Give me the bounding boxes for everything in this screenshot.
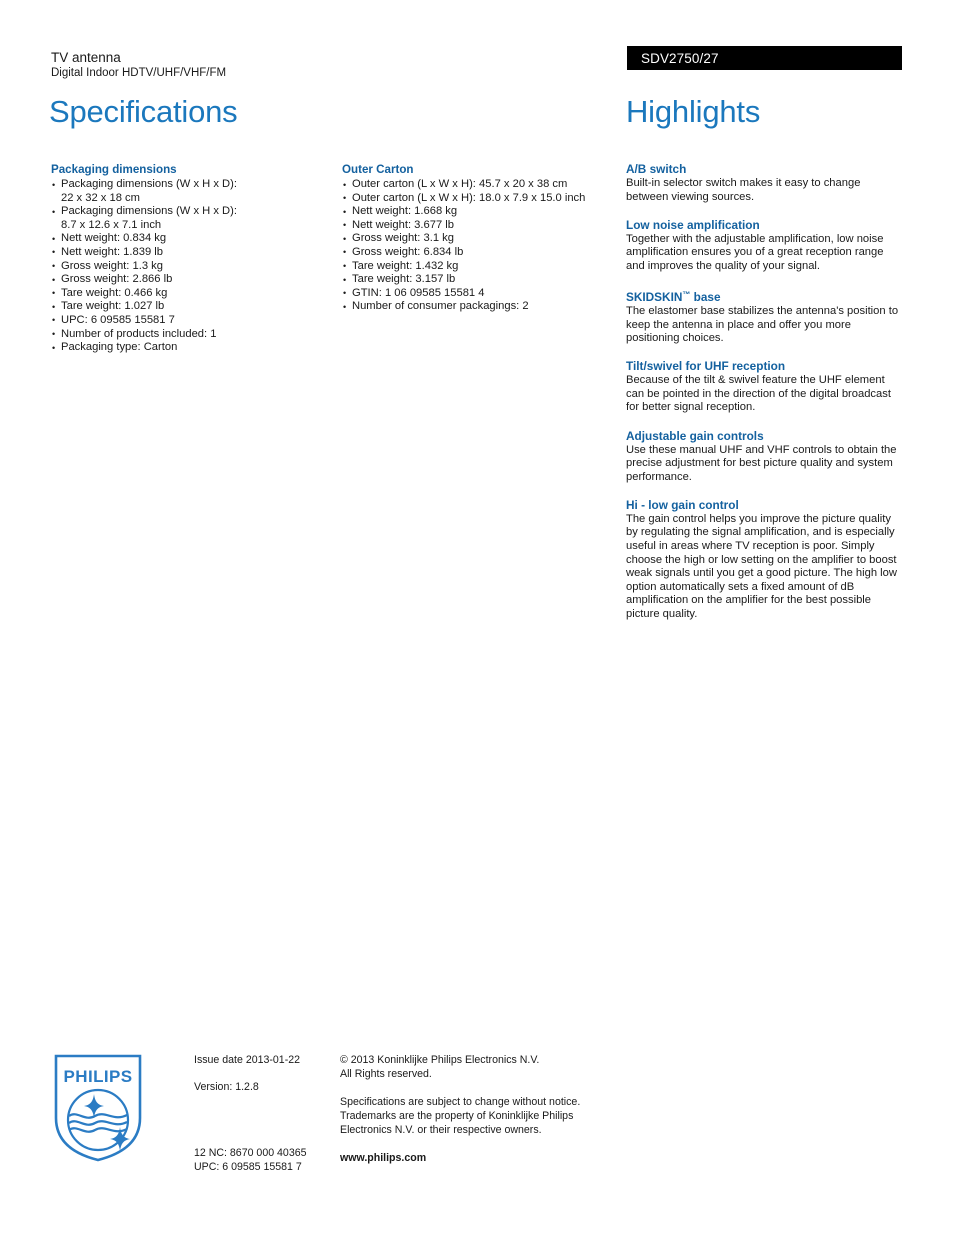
product-description: Digital Indoor HDTV/UHF/VHF/FM <box>51 67 227 79</box>
document-header: TV antenna Digital Indoor HDTV/UHF/VHF/F… <box>51 50 591 81</box>
spec-item-text: Number of products included: 1 <box>61 327 217 340</box>
highlight-title: Hi - low gain control <box>626 497 739 512</box>
copyright-line-1: © 2013 Koninklijke Philips Electronics N… <box>340 1054 540 1066</box>
spec-item: Tare weight: 3.157 lb <box>342 273 627 287</box>
highlight-body: Together with the adjustable amplificati… <box>626 232 884 272</box>
spec-item: Packaging dimensions (W x H x D):8.7 x 1… <box>51 205 336 232</box>
spec-item-text: Gross weight: 6.834 lb <box>352 245 464 258</box>
highlight-title: Low noise amplification <box>626 217 760 232</box>
spec-item: Nett weight: 1.668 kg <box>342 205 627 219</box>
highlight-body: Because of the tilt & swivel feature the… <box>626 374 891 414</box>
copyright-notice: © 2013 Koninklijke Philips Electronics N… <box>340 1053 610 1081</box>
page-title-specifications: Specifications <box>49 94 238 129</box>
spec-item-text: Tare weight: 3.157 lb <box>352 273 456 286</box>
spec-item-text: GTIN: 1 06 09585 15581 4 <box>352 286 485 299</box>
spec-item-text: Nett weight: 1.668 kg <box>352 205 458 218</box>
highlight-block: Low noise amplification Together with the… <box>626 218 902 274</box>
spec-item: Packaging type: Carton <box>51 341 336 355</box>
spec-item: Gross weight: 2.866 lb <box>51 273 336 287</box>
copyright-line-2: All Rights reserved. <box>340 1068 432 1080</box>
website-link[interactable]: www.philips.com <box>340 1151 426 1165</box>
spec-item-text: Packaging dimensions (W x H x D): <box>61 205 237 218</box>
highlight-body: The elastomer base stabilizes the antenn… <box>626 304 899 345</box>
spec-list-outer-carton: Outer carton (L x W x H): 45.7 x 20 x 38… <box>342 178 627 314</box>
spec-item: Outer carton (L x W x H): 45.7 x 20 x 38… <box>342 178 627 192</box>
spec-item-text: Nett weight: 3.677 lb <box>352 218 454 231</box>
spec-item-text: Number of consumer packagings: 2 <box>352 300 529 313</box>
highlights-column: A/B switch Built-in selector switch makes… <box>626 162 902 635</box>
spec-item: Tare weight: 1.432 kg <box>342 259 627 274</box>
product-type: TV antenna <box>51 50 121 65</box>
highlight-title: Tilt/swivel for UHF reception <box>626 359 786 374</box>
philips-logo: PHILIPS <box>52 1052 144 1164</box>
spec-item: Gross weight: 6.834 lb <box>342 245 627 260</box>
model-number-label: SDV2750/27 <box>641 51 719 66</box>
highlight-block: Hi - low gain control The gain control he… <box>626 498 902 622</box>
spec-item-text: Outer carton (L x W x H): 45.7 x 20 x 38… <box>352 178 568 190</box>
spec-group-heading: Outer Carton <box>342 163 414 176</box>
disclaimer-line-2: Trademarks are the property of Koninklij… <box>340 1110 574 1122</box>
issue-date: Issue date 2013-01-22 <box>194 1054 301 1066</box>
highlight-body: Use these manual UHF and VHF controls to… <box>626 443 897 483</box>
spec-item: UPC: 6 09585 15581 7 <box>51 313 336 328</box>
document-page: TV antenna Digital Indoor HDTV/UHF/VHF/F… <box>0 0 954 1235</box>
spec-item: Gross weight: 1.3 kg <box>51 259 336 274</box>
spec-item-text: Tare weight: 0.466 kg <box>61 286 168 299</box>
disclaimer-notice: Specifications are subject to change wit… <box>340 1095 610 1137</box>
highlight-block: A/B switch Built-in selector switch makes… <box>626 162 902 204</box>
spec-item-text: Nett weight: 1.839 lb <box>61 245 163 258</box>
trademark-icon: ™ <box>682 289 691 299</box>
spec-item: Number of products included: 1 <box>51 327 336 342</box>
spec-item-text: Outer carton (L x W x H): 18.0 x 7.9 x 1… <box>352 191 586 204</box>
page-title-highlights: Highlights <box>626 94 761 129</box>
spec-item-text: Gross weight: 2.866 lb <box>61 273 173 286</box>
highlight-block: Tilt/swivel for UHF reception Because of … <box>626 359 902 415</box>
spec-item: Nett weight: 1.839 lb <box>51 245 336 260</box>
spec-group-outer-carton: Outer Carton Outer carton (L x W x H): 4… <box>342 162 627 314</box>
specs-column-outer-carton: Outer Carton Outer carton (L x W x H): 4… <box>342 162 627 324</box>
spec-group-heading: Packaging dimensions <box>51 163 177 176</box>
spec-item-text: Nett weight: 0.834 kg <box>61 232 167 245</box>
spec-item: Packaging dimensions (W x H x D):22 x 32… <box>51 177 336 205</box>
highlight-block: SKIDSKIN™ base The elastomer base stabili… <box>626 287 902 346</box>
highlight-body: The gain control helps you improve the p… <box>626 512 897 620</box>
spec-group-packaging: Packaging dimensions Packaging dimension… <box>51 162 336 355</box>
specs-column-packaging: Packaging dimensions Packaging dimension… <box>51 162 336 365</box>
spec-item-text: Tare weight: 1.432 kg <box>352 259 459 272</box>
model-number-bar: SDV2750/27 <box>627 46 902 70</box>
disclaimer-line-3: Electronics N.V. or their respective own… <box>340 1124 542 1136</box>
spec-item: Number of consumer packagings: 2 <box>342 300 627 314</box>
spec-item-text: Packaging type: Carton <box>61 341 178 354</box>
disclaimer-line-1: Specifications are subject to change wit… <box>340 1096 581 1108</box>
spec-item: Tare weight: 1.027 lb <box>51 300 336 314</box>
spec-item-text: UPC: 6 09585 15581 7 <box>61 313 175 326</box>
highlight-block: Adjustable gain controls Use these manual… <box>626 429 902 485</box>
spec-item: Nett weight: 0.834 kg <box>51 232 336 246</box>
highlight-title: SKIDSKIN™ base <box>626 289 721 304</box>
spec-item: GTIN: 1 06 09585 15581 4 <box>342 286 627 301</box>
spec-item-text: Gross weight: 3.1 kg <box>352 232 454 245</box>
svg-text:PHILIPS: PHILIPS <box>64 1067 133 1086</box>
highlight-title: A/B switch <box>626 162 687 176</box>
version: Version: 1.2.8 <box>194 1081 259 1093</box>
footer-legal-column: © 2013 Koninklijke Philips Electronics N… <box>340 1053 610 1164</box>
highlight-body: Built-in selector switch makes it easy t… <box>626 177 861 203</box>
spec-item-continuation: 8.7 x 12.6 x 7.1 inch <box>61 218 162 231</box>
spec-list-packaging: Packaging dimensions (W x H x D):22 x 32… <box>51 177 336 355</box>
spec-item-continuation: 22 x 32 x 18 cm <box>61 191 140 204</box>
spec-item: Nett weight: 3.677 lb <box>342 218 627 233</box>
spec-item-text: Packaging dimensions (W x H x D): <box>61 178 237 190</box>
spec-item: Gross weight: 3.1 kg <box>342 232 627 246</box>
spec-item-text: Gross weight: 1.3 kg <box>61 259 163 272</box>
spec-item: Outer carton (L x W x H): 18.0 x 7.9 x 1… <box>342 191 627 206</box>
highlight-title: Adjustable gain controls <box>626 428 764 443</box>
footer-meta-column: Issue date 2013-01-22 Version: 1.2.8 12 … <box>194 1053 339 1173</box>
spec-item-text: Tare weight: 1.027 lb <box>61 300 165 313</box>
spec-item: Tare weight: 0.466 kg <box>51 286 336 301</box>
